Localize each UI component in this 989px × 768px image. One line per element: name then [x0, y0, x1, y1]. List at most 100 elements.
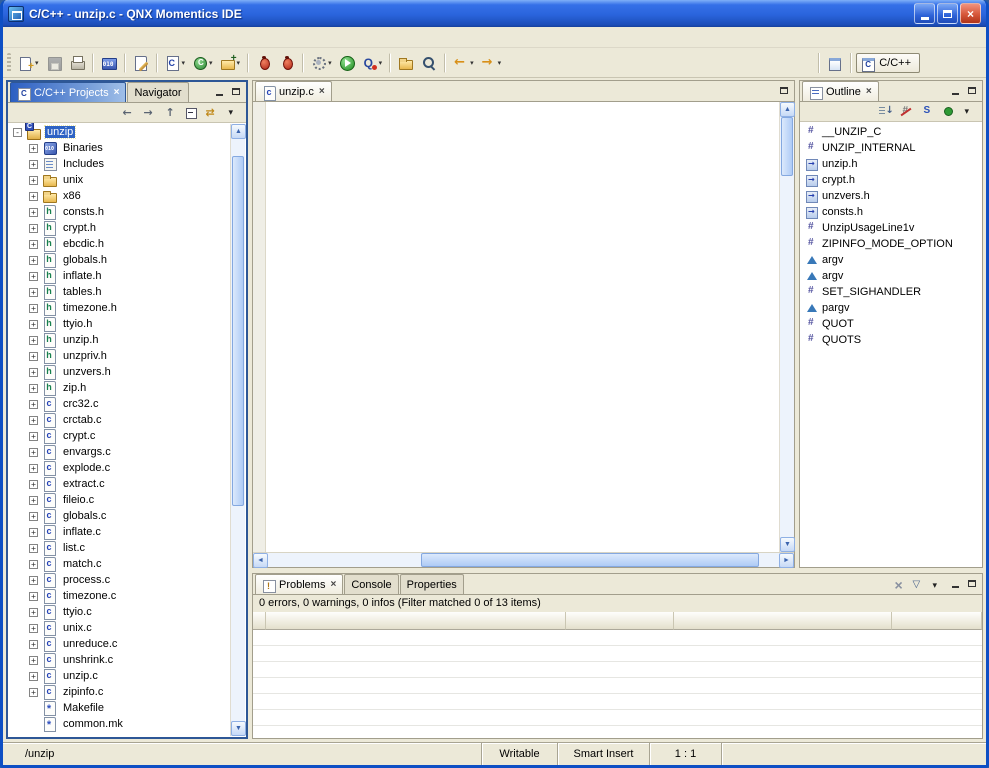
view-toolbar-button[interactable] — [909, 577, 927, 594]
tree-expander[interactable]: + — [29, 256, 38, 265]
dropdown-arrow-icon[interactable]: ▾ — [182, 59, 186, 67]
outline-item[interactable]: consts.h — [801, 204, 981, 220]
toolbar-button[interactable] — [156, 53, 158, 73]
toolbar-button[interactable] — [444, 53, 446, 73]
tree-expander[interactable]: + — [29, 512, 38, 521]
toolbar-button[interactable] — [43, 51, 65, 75]
tree-expander[interactable]: + — [29, 448, 38, 457]
toolbar-button[interactable]: ▾ — [217, 51, 244, 75]
open-perspective-button[interactable] — [824, 51, 846, 75]
tree-expander[interactable]: + — [29, 320, 38, 329]
tree-expander[interactable]: + — [29, 480, 38, 489]
scroll-down-icon[interactable]: ▼ — [780, 537, 795, 552]
tree-expander[interactable]: + — [29, 336, 38, 345]
tree-item[interactable]: + ttyio.c — [8, 604, 229, 620]
tree-expander[interactable]: + — [29, 304, 38, 313]
tree-item[interactable]: Makefile — [8, 700, 229, 716]
tree-item[interactable]: + envargs.c — [8, 444, 229, 460]
maximize-view-button[interactable] — [228, 84, 244, 99]
maximize-view-button[interactable] — [964, 83, 980, 98]
dropdown-arrow-icon[interactable]: ▾ — [379, 59, 383, 67]
outline-item[interactable]: argv — [801, 252, 981, 268]
menu-item[interactable] — [55, 35, 71, 39]
toolbar-button[interactable] — [336, 51, 358, 75]
tree-item[interactable]: common.mk — [8, 716, 229, 732]
view-toolbar-button[interactable] — [203, 104, 221, 121]
tab-navigator[interactable]: Navigator — [127, 82, 188, 102]
toolbar-button[interactable] — [98, 51, 120, 75]
tree-item[interactable]: + fileio.c — [8, 492, 229, 508]
tree-item[interactable]: + zip.h — [8, 380, 229, 396]
outline-item[interactable]: UnzipUsageLine1v — [801, 220, 981, 236]
tree-expander[interactable]: + — [29, 528, 38, 537]
view-toolbar-button[interactable] — [224, 104, 242, 121]
tree-expander[interactable]: - — [13, 128, 22, 137]
column-header[interactable] — [266, 612, 566, 630]
column-header[interactable] — [566, 612, 674, 630]
tree-item[interactable]: + unzvers.h — [8, 364, 229, 380]
tree-expander[interactable]: + — [29, 160, 38, 169]
tree-expander[interactable]: + — [29, 288, 38, 297]
outline-item[interactable]: pargv — [801, 300, 981, 316]
tree-item[interactable]: + unreduce.c — [8, 636, 229, 652]
tree-item[interactable]: + inflate.c — [8, 524, 229, 540]
tab-cpp-projects[interactable]: C/C++ Projects × — [10, 82, 126, 102]
tree-item[interactable]: + unzip.c — [8, 668, 229, 684]
toolbar-button[interactable]: ▾ — [189, 51, 216, 75]
tree-expander[interactable]: + — [29, 656, 38, 665]
tree-expander[interactable]: + — [29, 544, 38, 553]
tree-item[interactable]: + inflate.h — [8, 268, 229, 284]
view-toolbar-button[interactable] — [897, 103, 915, 120]
toolbar-button[interactable] — [395, 51, 417, 75]
menu-item[interactable] — [23, 35, 39, 39]
tree-item[interactable]: + ebcdic.h — [8, 236, 229, 252]
tree-expander[interactable]: + — [29, 576, 38, 585]
toolbar-button[interactable] — [253, 51, 275, 75]
menu-item[interactable] — [119, 35, 135, 39]
view-toolbar-button[interactable] — [119, 104, 137, 121]
code-view[interactable] — [266, 102, 779, 552]
toolbar-button[interactable]: ▾ — [450, 51, 477, 75]
close-icon[interactable]: × — [114, 87, 120, 98]
tree-expander[interactable]: + — [29, 352, 38, 361]
problems-table[interactable] — [253, 630, 982, 738]
toolbar-button[interactable] — [130, 51, 152, 75]
perspective-cpp-button[interactable]: C/C++ — [856, 53, 920, 73]
tree-expander[interactable]: + — [29, 176, 38, 185]
tree-expander[interactable]: + — [29, 496, 38, 505]
titlebar[interactable]: C/C++ - unzip.c - QNX Momentics IDE × — [3, 0, 986, 27]
toolbar-grip[interactable] — [7, 53, 11, 73]
tree-item[interactable]: + globals.c — [8, 508, 229, 524]
scroll-right-icon[interactable]: ► — [779, 553, 794, 568]
close-icon[interactable]: × — [866, 86, 872, 97]
tree-expander[interactable]: + — [29, 592, 38, 601]
tree-item[interactable]: + unix — [8, 172, 229, 188]
tree-expander[interactable]: + — [29, 144, 38, 153]
tree-expander[interactable]: + — [29, 240, 38, 249]
toolbar-button[interactable]: ▾ — [478, 51, 505, 75]
tree-item[interactable]: + crc32.c — [8, 396, 229, 412]
tree-expander[interactable]: + — [29, 368, 38, 377]
scroll-left-icon[interactable]: ◄ — [253, 553, 268, 568]
scrollbar-thumb[interactable] — [232, 156, 244, 505]
tree-expander[interactable]: + — [29, 672, 38, 681]
tab-problems[interactable]: Problems × — [255, 574, 343, 594]
tree-item[interactable]: + list.c — [8, 540, 229, 556]
tree-expander[interactable]: + — [29, 432, 38, 441]
dropdown-arrow-icon[interactable]: ▾ — [237, 59, 241, 67]
minimize-view-button[interactable] — [947, 576, 963, 591]
outline-item[interactable]: QUOT — [801, 316, 981, 332]
scrollbar-thumb[interactable] — [781, 117, 793, 176]
column-header[interactable] — [674, 612, 892, 630]
tree-item[interactable]: + timezone.c — [8, 588, 229, 604]
tree-item[interactable]: + crctab.c — [8, 412, 229, 428]
tab-outline[interactable]: Outline × — [802, 81, 879, 101]
tree-expander[interactable]: + — [29, 224, 38, 233]
view-toolbar-button[interactable] — [918, 103, 936, 120]
outline-item[interactable]: QUOTS — [801, 332, 981, 348]
minimize-button[interactable] — [914, 3, 935, 24]
tree-item[interactable]: + globals.h — [8, 252, 229, 268]
toolbar-button[interactable] — [418, 51, 440, 75]
outline-item[interactable]: __UNZIP_C — [801, 124, 981, 140]
dropdown-arrow-icon[interactable]: ▾ — [35, 59, 39, 67]
